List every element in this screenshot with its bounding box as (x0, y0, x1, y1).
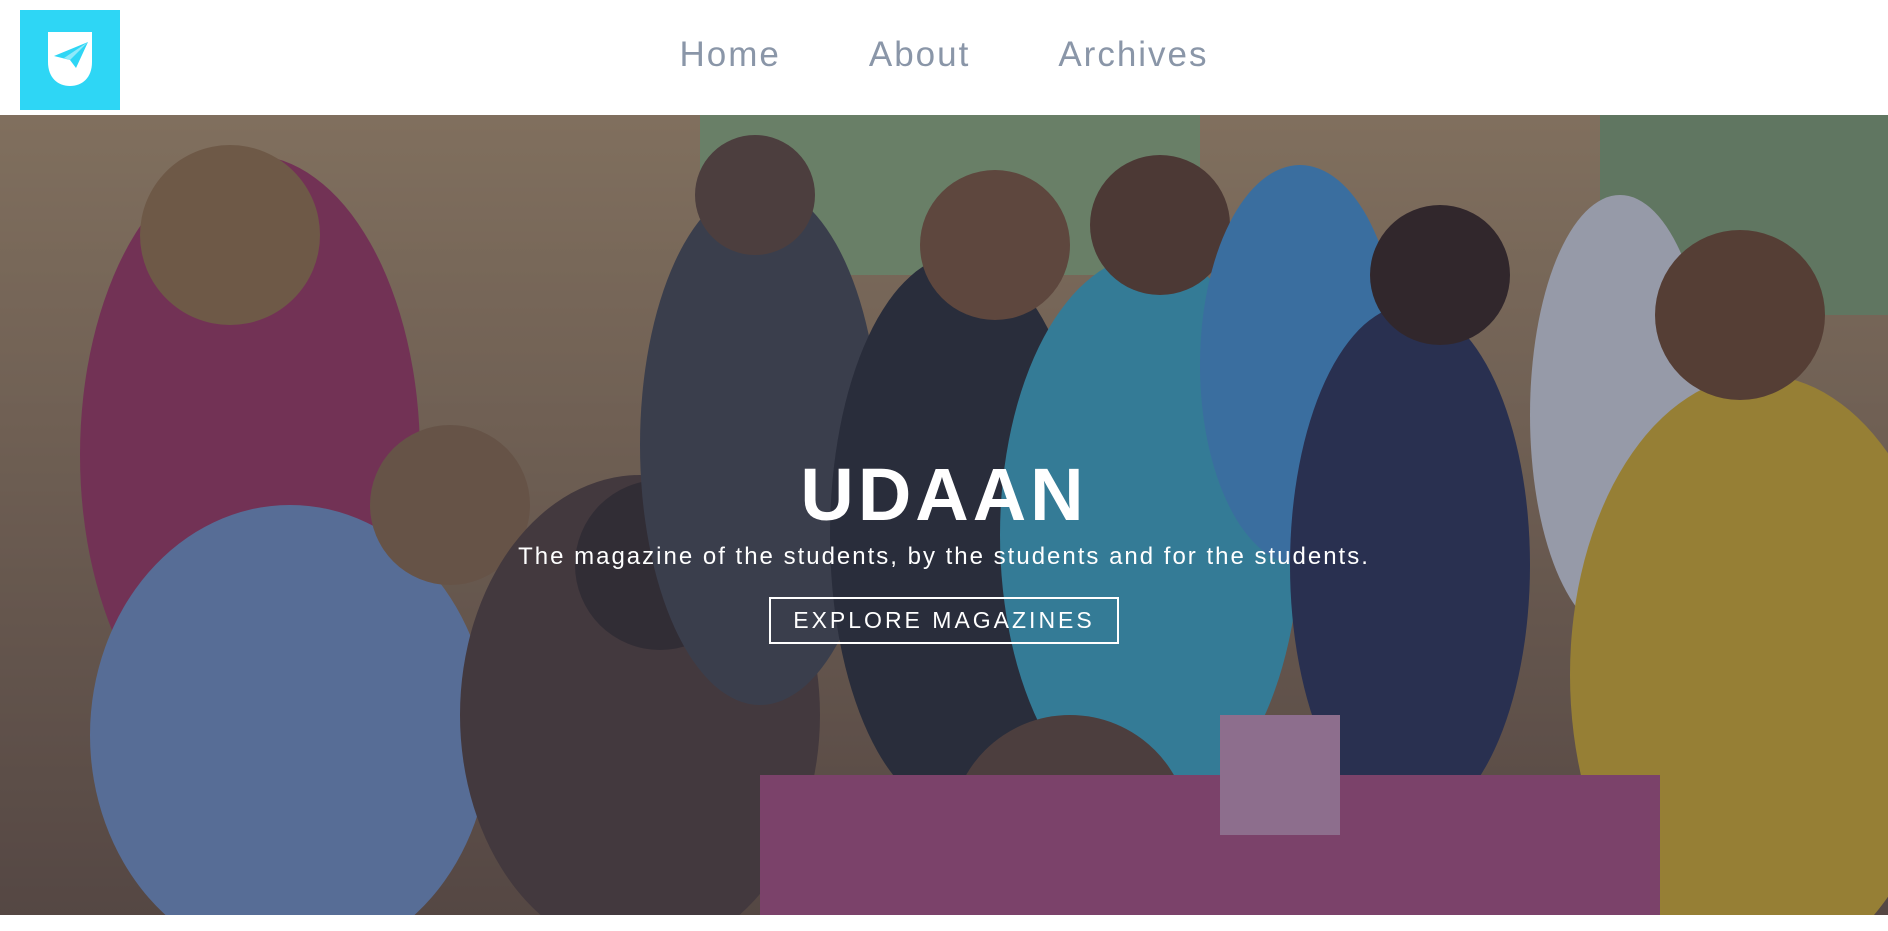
hero-subtitle: The magazine of the students, by the stu… (518, 543, 1370, 570)
explore-magazines-button[interactable]: EXPLORE MAGAZINES (769, 597, 1119, 644)
main-nav: Home About Archives (0, 0, 1888, 110)
hero-content: UDAAN The magazine of the students, by t… (0, 455, 1888, 644)
page-bottom-strip (0, 915, 1888, 931)
nav-archives[interactable]: Archives (1058, 35, 1208, 75)
hero-title: UDAAN (800, 453, 1088, 536)
hero-banner: UDAAN The magazine of the students, by t… (0, 115, 1888, 915)
site-header: Home About Archives (0, 0, 1888, 115)
nav-about[interactable]: About (869, 35, 970, 75)
nav-home[interactable]: Home (679, 35, 780, 75)
